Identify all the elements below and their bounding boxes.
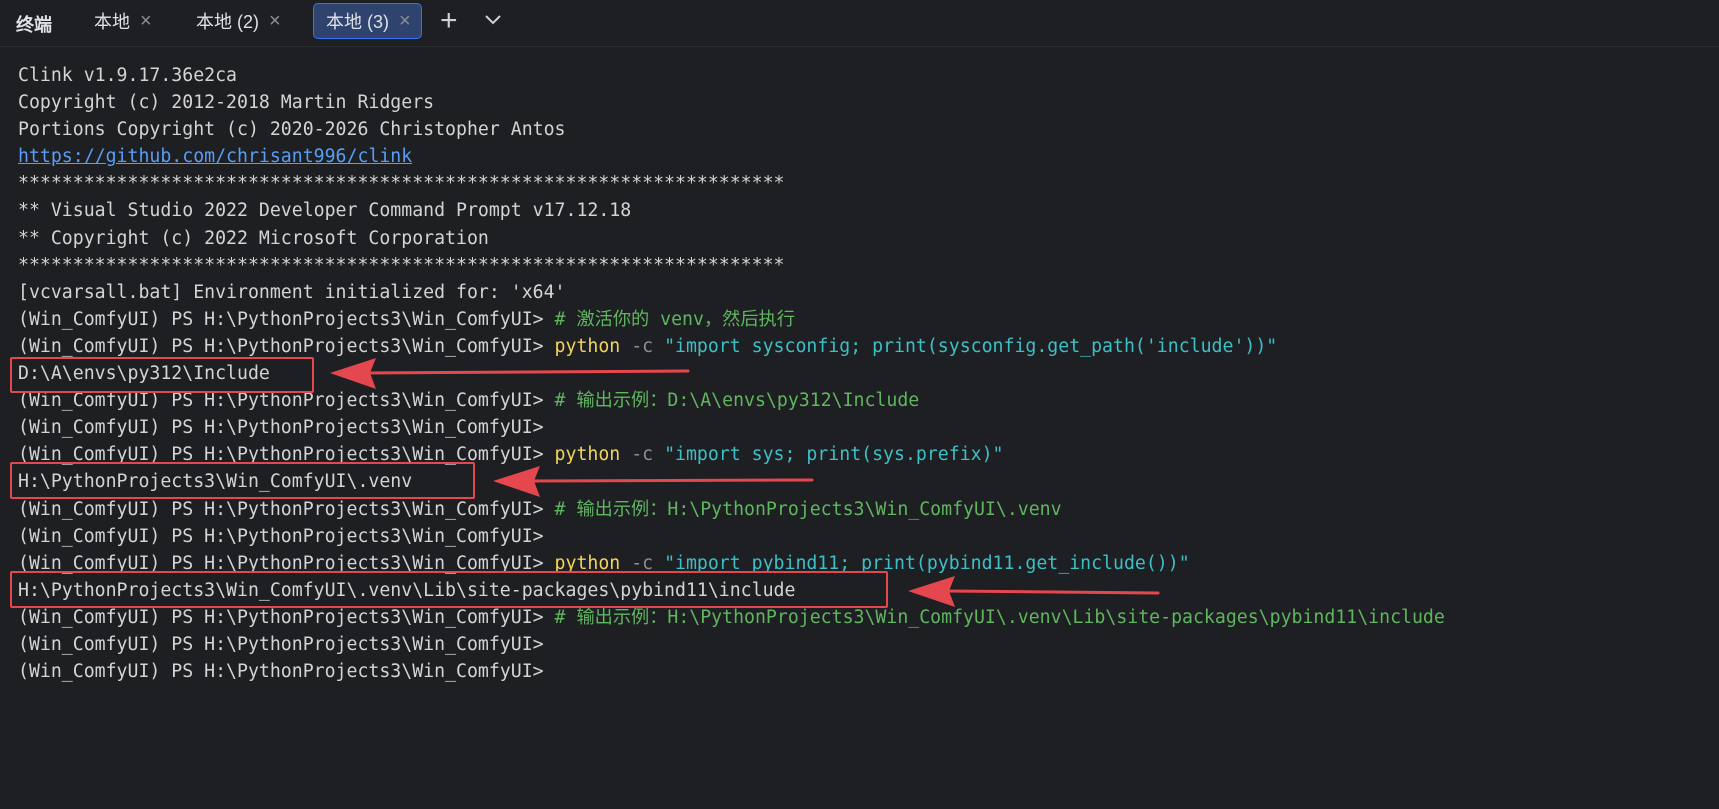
prompt: (Win_ComfyUI) PS H:\PythonProjects3\Win_… xyxy=(18,308,544,330)
output-line: Clink v1.9.17.36e2ca xyxy=(18,65,237,86)
prompt: (Win_ComfyUI) PS H:\PythonProjects3\Win_… xyxy=(18,335,544,357)
tab-label: 本地 (2) xyxy=(196,12,259,32)
command-line: (Win_ComfyUI) PS H:\PythonProjects3\Win_… xyxy=(18,658,1445,685)
output-line: Portions Copyright (c) 2020-2026 Christo… xyxy=(18,119,566,141)
output-line: ** Visual Studio 2022 Developer Command … xyxy=(18,200,632,222)
tab-local[interactable]: 本地 × xyxy=(82,3,162,39)
tab-label: 本地 (3) xyxy=(326,12,389,32)
tab-local-3[interactable]: 本地 (3) × xyxy=(313,3,422,39)
highlight-box-include-path xyxy=(10,357,314,393)
new-tab-icon[interactable]: + xyxy=(440,6,458,36)
comment-text: # 输出示例：H:\PythonProjects3\Win_ComfyUI\.v… xyxy=(554,498,1062,520)
prompt: (Win_ComfyUI) PS H:\PythonProjects3\Win_… xyxy=(18,390,544,412)
command-flag: -c xyxy=(631,444,654,466)
close-icon[interactable]: × xyxy=(140,11,152,31)
comment-text: # 输出示例：D:\A\envs\py312\Include xyxy=(554,390,920,412)
command-argument: "import sysconfig; print(sysconfig.get_p… xyxy=(664,335,1278,357)
close-icon[interactable]: × xyxy=(269,11,281,31)
prompt: (Win_ComfyUI) PS H:\PythonProjects3\Win_… xyxy=(18,417,544,439)
prompt: (Win_ComfyUI) PS H:\PythonProjects3\Win_… xyxy=(18,661,544,683)
highlight-box-pybind11-path xyxy=(10,571,888,608)
output-line: ****************************************… xyxy=(18,173,785,195)
command-line: (Win_ComfyUI) PS H:\PythonProjects3\Win_… xyxy=(18,496,1445,523)
command-line: (Win_ComfyUI) PS H:\PythonProjects3\Win_… xyxy=(18,414,1445,441)
command-line: (Win_ComfyUI) PS H:\PythonProjects3\Win_… xyxy=(18,523,1445,550)
prompt: (Win_ComfyUI) PS H:\PythonProjects3\Win_… xyxy=(18,633,544,655)
command-line: (Win_ComfyUI) PS H:\PythonProjects3\Win_… xyxy=(18,631,1445,658)
output-line: ****************************************… xyxy=(18,254,785,276)
output-line: ** Copyright (c) 2022 Microsoft Corporat… xyxy=(18,227,489,249)
command-line: (Win_ComfyUI) PS H:\PythonProjects3\Win_… xyxy=(18,306,1445,333)
tab-label: 本地 xyxy=(94,12,130,32)
command-name: python xyxy=(554,335,621,357)
tool-window-title: 终端 xyxy=(16,15,52,35)
output-line: [vcvarsall.bat] Environment initialized … xyxy=(18,281,566,303)
highlight-box-venv-path xyxy=(10,462,475,499)
prompt: (Win_ComfyUI) PS H:\PythonProjects3\Win_… xyxy=(18,606,544,628)
prompt: (Win_ComfyUI) PS H:\PythonProjects3\Win_… xyxy=(18,525,544,547)
command-argument: "import sys; print(sys.prefix)" xyxy=(664,444,1004,466)
comment-text: # 激活你的 venv，然后执行 xyxy=(554,308,795,330)
prompt: (Win_ComfyUI) PS H:\PythonProjects3\Win_… xyxy=(18,498,544,520)
comment-text: # 输出示例：H:\PythonProjects3\Win_ComfyUI\.v… xyxy=(554,606,1445,628)
command-line: (Win_ComfyUI) PS H:\PythonProjects3\Win_… xyxy=(18,333,1445,360)
clink-link[interactable]: https://github.com/chrisant996/clink xyxy=(18,146,412,167)
output-line: Copyright (c) 2012-2018 Martin Ridgers xyxy=(18,92,435,114)
close-icon[interactable]: × xyxy=(399,11,411,31)
command-flag: -c xyxy=(631,335,654,357)
tab-local-2[interactable]: 本地 (2) × xyxy=(184,3,291,39)
terminal-tab-bar: 终端 本地 × 本地 (2) × 本地 (3) × + xyxy=(0,0,1719,47)
chevron-down-icon[interactable] xyxy=(484,13,502,31)
command-name: python xyxy=(554,444,621,466)
